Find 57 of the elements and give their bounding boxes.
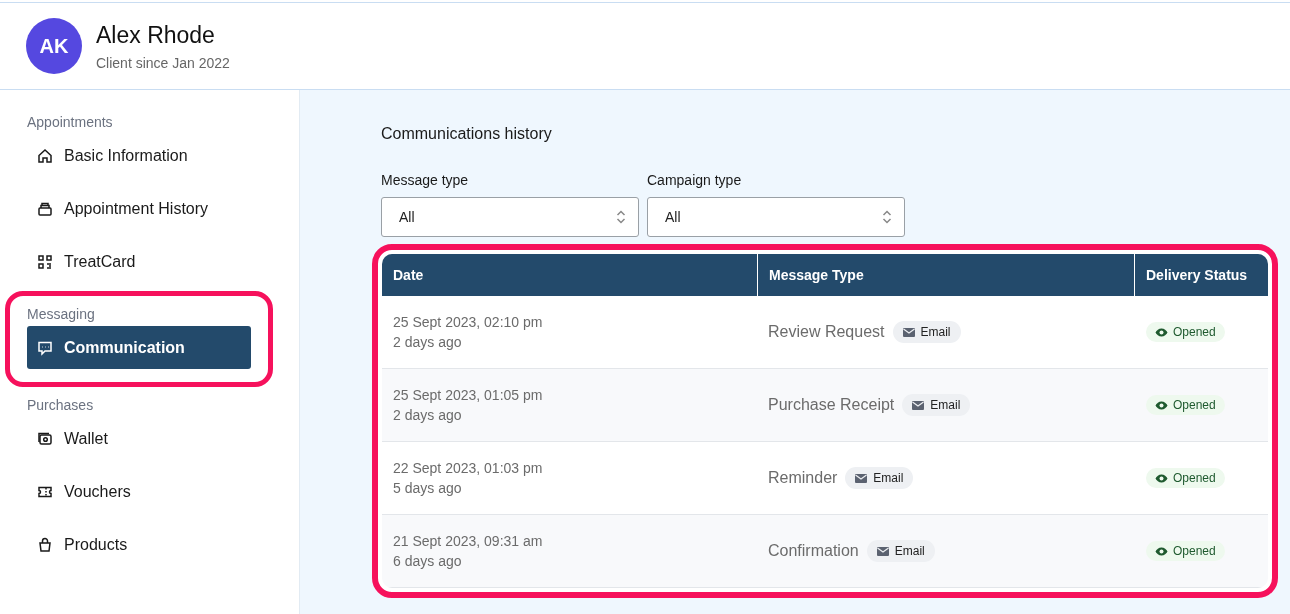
sidebar-item[interactable]: Appointment History xyxy=(27,187,251,230)
filter-label: Message type xyxy=(381,172,470,188)
status-badge: Opened xyxy=(1146,541,1225,561)
message-type: Purchase Receipt xyxy=(768,396,895,414)
column-header: Date xyxy=(392,266,425,285)
qr-code-icon xyxy=(37,253,53,270)
client-name: Alex Rhode xyxy=(96,21,216,49)
envelope-icon xyxy=(912,400,925,410)
sidebar-item[interactable]: Communication xyxy=(27,326,251,369)
channel-badge: Email xyxy=(892,321,961,343)
section-heading: Communications history xyxy=(381,125,553,143)
relative-time: 2 days ago xyxy=(393,334,463,350)
sidebar-item[interactable]: Basic Information xyxy=(27,134,251,177)
date-text: 22 Sept 2023, 01:03 pm xyxy=(393,460,544,476)
select-field[interactable]: All xyxy=(381,197,639,237)
date-text: 21 Sept 2023, 09:31 am xyxy=(393,533,544,549)
envelope-icon xyxy=(876,546,889,556)
chevron-icon xyxy=(616,209,626,225)
message-type: Confirmation xyxy=(768,542,859,560)
sidebar-item[interactable]: TreatCard xyxy=(27,240,251,283)
date-text: 25 Sept 2023, 02:10 pm xyxy=(393,314,544,330)
relative-time: 2 days ago xyxy=(393,407,463,423)
client-since: Client since Jan 2022 xyxy=(96,54,230,71)
eye-icon xyxy=(1155,546,1168,556)
envelope-icon xyxy=(855,473,868,483)
message-type: Reminder xyxy=(768,469,838,487)
section-title: Purchases xyxy=(27,397,95,413)
column-header: Delivery Status xyxy=(1134,254,1268,296)
sidebar-item[interactable]: Wallet xyxy=(27,417,251,460)
channel-badge: Email xyxy=(902,394,971,416)
sidebar-item[interactable]: Vouchers xyxy=(27,470,251,513)
message-type: Review Request xyxy=(768,323,885,341)
chat-bubble-icon xyxy=(37,339,53,356)
section-title: Appointments xyxy=(27,114,114,130)
home-icon xyxy=(37,147,53,164)
status-badge: Opened xyxy=(1146,395,1225,415)
select-field[interactable]: All xyxy=(647,197,905,237)
relative-time: 5 days ago xyxy=(393,480,463,496)
relative-time: 6 days ago xyxy=(393,553,463,569)
sidebar-item[interactable]: Products xyxy=(27,523,251,566)
bag-icon xyxy=(37,536,53,553)
channel-badge: Email xyxy=(845,467,914,489)
date-text: 25 Sept 2023, 01:05 pm xyxy=(393,387,544,403)
avatar: AK xyxy=(26,18,82,74)
eye-icon xyxy=(1155,473,1168,483)
envelope-icon xyxy=(902,327,915,337)
eye-icon xyxy=(1155,327,1168,337)
chevron-icon xyxy=(882,209,892,225)
channel-badge: Email xyxy=(866,540,935,562)
status-badge: Opened xyxy=(1146,322,1225,342)
column-header: Message Type xyxy=(757,254,1134,296)
status-badge: Opened xyxy=(1146,468,1225,488)
filter-label: Campaign type xyxy=(647,172,743,188)
eye-icon xyxy=(1155,400,1168,410)
wallet-icon xyxy=(37,430,53,447)
section-title: Messaging xyxy=(27,306,96,322)
stack-icon xyxy=(37,200,53,217)
